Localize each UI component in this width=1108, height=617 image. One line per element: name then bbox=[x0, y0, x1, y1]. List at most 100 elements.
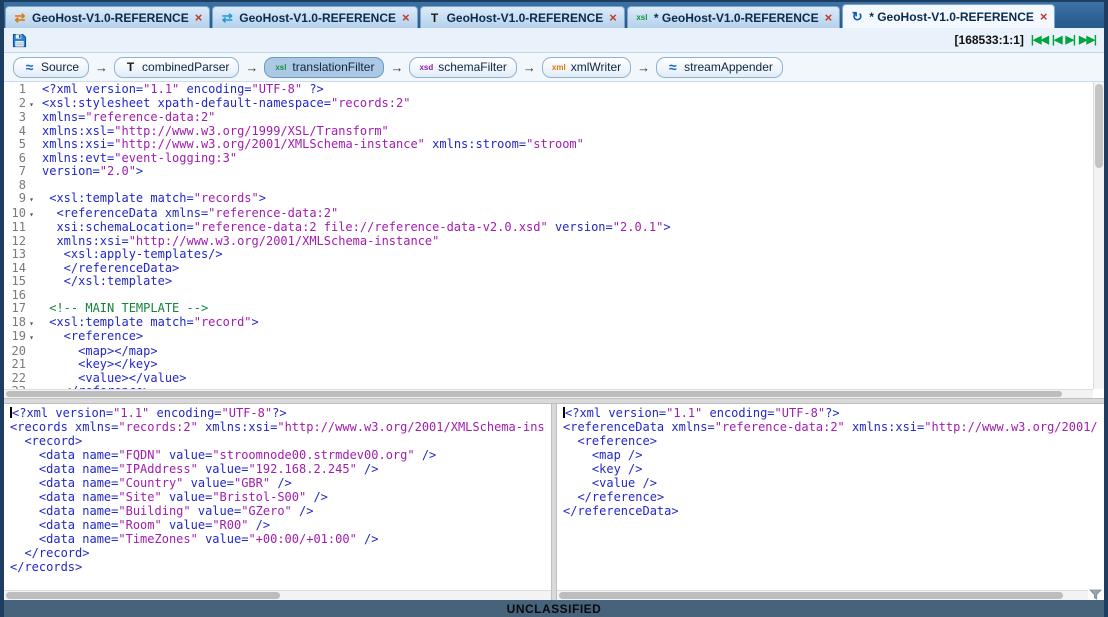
tab-5[interactable]: ↻* GeoHost-V1.0-REFERENCE× bbox=[842, 4, 1055, 28]
step-first-button[interactable]: |◀◀ bbox=[1031, 33, 1048, 47]
line-number[interactable]: 3 bbox=[4, 111, 38, 125]
scrollbar-thumb[interactable] bbox=[6, 592, 280, 599]
pipeline-element-schemaFilter[interactable]: xsdschemaFilter bbox=[409, 57, 516, 78]
fold-icon[interactable]: ▾ bbox=[26, 193, 37, 207]
close-icon[interactable]: × bbox=[824, 12, 834, 24]
step-buttons: |◀◀ |◀▶| ▶▶| bbox=[1031, 33, 1096, 47]
filter-icon[interactable] bbox=[1089, 589, 1102, 600]
code-row: 8 bbox=[4, 179, 1104, 193]
line-number[interactable]: 16 bbox=[4, 289, 38, 303]
pipeline-arrow-icon: → bbox=[523, 60, 536, 75]
line-number[interactable]: 6 bbox=[4, 152, 38, 166]
code-line: <referenceData xmlns="reference-data:2" bbox=[38, 207, 338, 222]
pipeline-element-combinedParser[interactable]: TcombinedParser bbox=[114, 57, 239, 78]
tab-1[interactable]: ⇄ GeoHost-V1.0-REFERENCE × bbox=[5, 6, 210, 28]
fold-icon[interactable]: ▾ bbox=[26, 208, 37, 222]
xslt-icon: xsl bbox=[634, 11, 650, 25]
close-icon[interactable]: × bbox=[608, 12, 618, 24]
input-code: <?xml version="1.1" encoding="UTF-8"?><r… bbox=[6, 406, 551, 589]
tab-4[interactable]: xsl* GeoHost-V1.0-REFERENCE× bbox=[627, 6, 840, 28]
scrollbar-thumb[interactable] bbox=[559, 592, 1063, 599]
stream-icon: ≈ bbox=[23, 61, 36, 74]
code-row: 6xmlns:evt="event-logging:3" bbox=[4, 152, 1104, 166]
xsd-icon: xsd bbox=[419, 61, 433, 74]
pipeline-icon: ⇄ bbox=[219, 11, 235, 25]
code-line: <data name="Site" value="Bristol-S00" /> bbox=[6, 490, 328, 504]
output-pane[interactable]: <?xml version="1.1" encoding="UTF-8"?><r… bbox=[557, 404, 1104, 600]
code-line: xmlns="reference-data:2" bbox=[38, 111, 215, 125]
editor-horizontal-scrollbar[interactable] bbox=[4, 389, 1093, 398]
code-line: <key></key> bbox=[38, 358, 158, 372]
tab-3[interactable]: TGeoHost-V1.0-REFERENCE× bbox=[420, 6, 625, 28]
code-line: <data name="TimeZones" value="+00:00/+01… bbox=[6, 532, 379, 546]
xslt-editor[interactable]: 1<?xml version="1.1" encoding="UTF-8" ?>… bbox=[4, 82, 1104, 398]
code-row: 7version="2.0"> bbox=[4, 165, 1104, 179]
step-forward-button[interactable]: ▶| bbox=[1065, 33, 1075, 47]
fold-icon[interactable]: ▾ bbox=[26, 98, 37, 112]
line-number[interactable]: 21 bbox=[4, 358, 38, 372]
fold-icon[interactable]: ▾ bbox=[26, 317, 37, 331]
line-number[interactable]: 4 bbox=[4, 125, 38, 139]
code-row: 21 <key></key> bbox=[4, 358, 1104, 372]
line-number[interactable]: 9▾ bbox=[4, 192, 38, 207]
line-number[interactable]: 2▾ bbox=[4, 97, 38, 112]
editor-vertical-scrollbar[interactable] bbox=[1093, 82, 1104, 389]
pipeline-element-streamAppender[interactable]: ≈streamAppender bbox=[656, 57, 783, 78]
scrollbar-thumb[interactable] bbox=[6, 391, 1062, 397]
line-number[interactable]: 5 bbox=[4, 138, 38, 152]
code-row: <value /> bbox=[559, 476, 1104, 490]
scrollbar-thumb[interactable] bbox=[1095, 84, 1103, 168]
line-number[interactable]: 18▾ bbox=[4, 316, 38, 331]
pipeline-element-xmlWriter[interactable]: xmlxmlWriter bbox=[542, 57, 631, 78]
close-icon[interactable]: × bbox=[1039, 11, 1049, 23]
stepping-icon: ↻ bbox=[849, 10, 865, 24]
pipeline-element-translationFilter[interactable]: xsltranslationFilter bbox=[264, 57, 384, 78]
line-number[interactable]: 1 bbox=[4, 83, 38, 97]
code-row: 5xmlns:xsi="http://www.w3.org/2001/XMLSc… bbox=[4, 138, 1104, 152]
code-row: 16 bbox=[4, 289, 1104, 303]
code-line: <record> bbox=[6, 434, 82, 448]
line-number[interactable]: 17 bbox=[4, 302, 38, 316]
pipeline-arrow-icon: → bbox=[245, 60, 258, 75]
close-icon[interactable]: × bbox=[401, 12, 411, 24]
code-line: <?xml version="1.1" encoding="UTF-8" ?> bbox=[38, 83, 324, 97]
code-row: <data name="IPAddress" value="192.168.2.… bbox=[6, 462, 551, 476]
line-number[interactable]: 22 bbox=[4, 372, 38, 386]
line-number[interactable]: 10▾ bbox=[4, 207, 38, 222]
xslt-icon: xsl bbox=[274, 61, 287, 74]
pipeline-arrow-icon: → bbox=[95, 60, 108, 75]
translation-icon: ⇄ bbox=[12, 11, 28, 25]
code-line: </xsl:template> bbox=[38, 275, 172, 289]
code-line: xmlns:evt="event-logging:3" bbox=[38, 152, 237, 166]
step-backward-button[interactable]: |◀ bbox=[1052, 33, 1062, 47]
code-line: <data name="Room" value="R00" /> bbox=[6, 518, 270, 532]
pipeline-element-Source[interactable]: ≈Source bbox=[13, 57, 89, 78]
tab-label: GeoHost-V1.0-REFERENCE bbox=[32, 11, 189, 25]
line-number[interactable]: 14 bbox=[4, 262, 38, 276]
fold-icon[interactable]: ▾ bbox=[26, 331, 37, 345]
code-line: <xsl:template match="records"> bbox=[38, 192, 266, 207]
stepping-location: [168533:1:1] bbox=[955, 33, 1024, 47]
line-number[interactable]: 19▾ bbox=[4, 330, 38, 345]
code-row: 14 </referenceData> bbox=[4, 262, 1104, 276]
output-horizontal-scrollbar[interactable] bbox=[557, 590, 1088, 600]
line-number[interactable]: 13 bbox=[4, 248, 38, 262]
step-last-button[interactable]: ▶▶| bbox=[1079, 33, 1096, 47]
code-line: xmlns:xsl="http://www.w3.org/1999/XSL/Tr… bbox=[38, 125, 389, 139]
code-row: </record> bbox=[6, 546, 551, 560]
pipeline-element-label: streamAppender bbox=[684, 60, 773, 74]
line-number[interactable]: 8 bbox=[4, 179, 38, 193]
save-button[interactable] bbox=[12, 33, 27, 48]
input-horizontal-scrollbar[interactable] bbox=[4, 590, 551, 600]
line-number[interactable]: 15 bbox=[4, 275, 38, 289]
line-number[interactable]: 12 bbox=[4, 235, 38, 249]
code-line bbox=[38, 289, 49, 303]
tab-2[interactable]: ⇄GeoHost-V1.0-REFERENCE× bbox=[212, 6, 417, 28]
code-line: <value /> bbox=[559, 476, 657, 490]
line-number[interactable]: 7 bbox=[4, 165, 38, 179]
line-number[interactable]: 20 bbox=[4, 345, 38, 359]
line-number[interactable]: 11 bbox=[4, 221, 38, 235]
close-icon[interactable]: × bbox=[194, 12, 204, 24]
code-row: 1<?xml version="1.1" encoding="UTF-8" ?> bbox=[4, 83, 1104, 97]
input-pane[interactable]: <?xml version="1.1" encoding="UTF-8"?><r… bbox=[4, 404, 551, 600]
